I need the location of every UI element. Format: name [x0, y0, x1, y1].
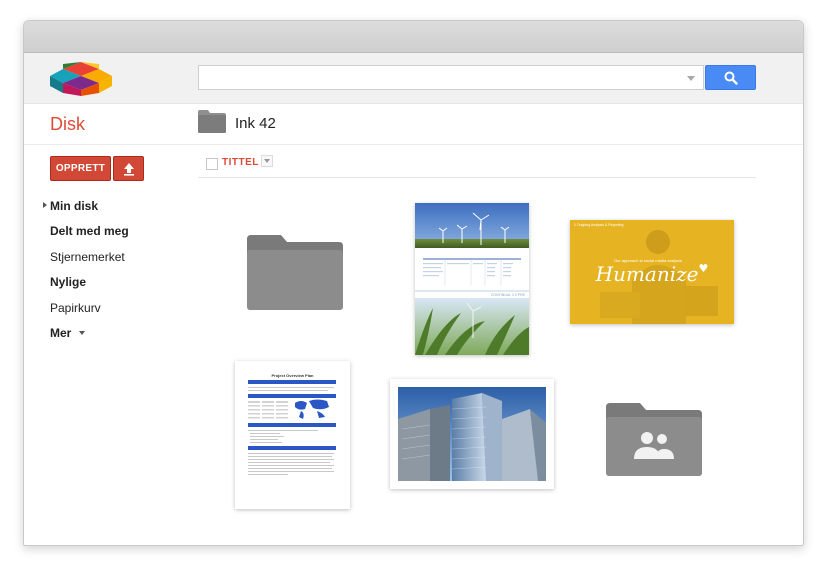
- search-options-caret-icon[interactable]: [687, 76, 695, 81]
- sidebar-item-label: Stjernemerket: [50, 249, 125, 264]
- file-thumbnail-buildings-photo[interactable]: [390, 379, 554, 489]
- doc-title: Project Overview Plan: [271, 373, 314, 378]
- sidebar-item-label: Nylige: [50, 275, 87, 290]
- drive-logo[interactable]: [50, 60, 112, 96]
- sort-title-column[interactable]: TITTEL: [222, 157, 259, 168]
- search-box[interactable]: [198, 65, 704, 90]
- chevron-down-icon: [79, 331, 86, 336]
- sidebar-item-more[interactable]: Mer: [50, 321, 129, 347]
- window-titlebar: [24, 21, 803, 53]
- browser-window: Disk Ink 42 OPPRETT Min disk Delt med me…: [23, 20, 804, 546]
- project-plan-preview: [248, 380, 336, 475]
- list-header: TITTEL: [198, 155, 756, 178]
- sort-options-dropdown[interactable]: [261, 155, 273, 167]
- folder-icon: [198, 110, 226, 133]
- file-thumbnail-wind-doc[interactable]: CONTINUAL 2.0 PRE: [415, 203, 529, 355]
- search-icon: [724, 71, 738, 85]
- sidebar-item-label: Delt med meg: [50, 224, 129, 239]
- upload-icon: [123, 162, 134, 176]
- slide-title-text: Humanize: [595, 262, 699, 286]
- file-thumbnail-project-plan[interactable]: Project Overview Plan: [235, 361, 350, 509]
- folder-title[interactable]: Ink 42: [235, 115, 276, 132]
- sidebar-item-shared-with-me[interactable]: Delt med meg: [50, 219, 129, 245]
- wind-doc-caption: CONTINUAL 2.0 PRE: [491, 293, 526, 297]
- wind-doc-preview: CONTINUAL 2.0 PRE: [415, 203, 529, 355]
- file-thumbnail-humanize-slide[interactable]: 1 Ongoing Analysis & Reporting Our appro…: [570, 220, 734, 324]
- expand-arrow-icon[interactable]: [43, 202, 47, 208]
- create-button[interactable]: OPPRETT: [50, 156, 111, 181]
- sidebar-item-starred[interactable]: Stjernemerket: [50, 244, 129, 270]
- search-button[interactable]: [705, 65, 756, 90]
- slide-heading: 1 Ongoing Analysis & Reporting: [574, 223, 624, 227]
- folder-item[interactable]: [247, 235, 343, 310]
- upload-button[interactable]: [113, 156, 144, 181]
- page-header: [24, 104, 803, 145]
- sidebar-item-my-drive[interactable]: Min disk: [43, 193, 129, 219]
- slide-title: Humanize♥: [570, 262, 734, 286]
- section-title[interactable]: Disk: [50, 114, 85, 135]
- sidebar-item-label: Papirkurv: [50, 300, 101, 315]
- search-input[interactable]: [199, 66, 681, 89]
- buildings-photo-preview: [390, 379, 554, 489]
- sidebar-item-label: Mer: [50, 326, 72, 341]
- select-all-checkbox[interactable]: [206, 158, 218, 170]
- sidebar-item-recent[interactable]: Nylige: [50, 270, 129, 296]
- shared-folder-item[interactable]: [606, 403, 702, 476]
- heart-icon: ♥: [698, 262, 709, 275]
- sidebar-item-label: Min disk: [50, 198, 99, 213]
- sidebar-item-trash[interactable]: Papirkurv: [50, 295, 129, 321]
- sidebar-nav: Min disk Delt med meg Stjernemerket Nyli…: [43, 193, 129, 347]
